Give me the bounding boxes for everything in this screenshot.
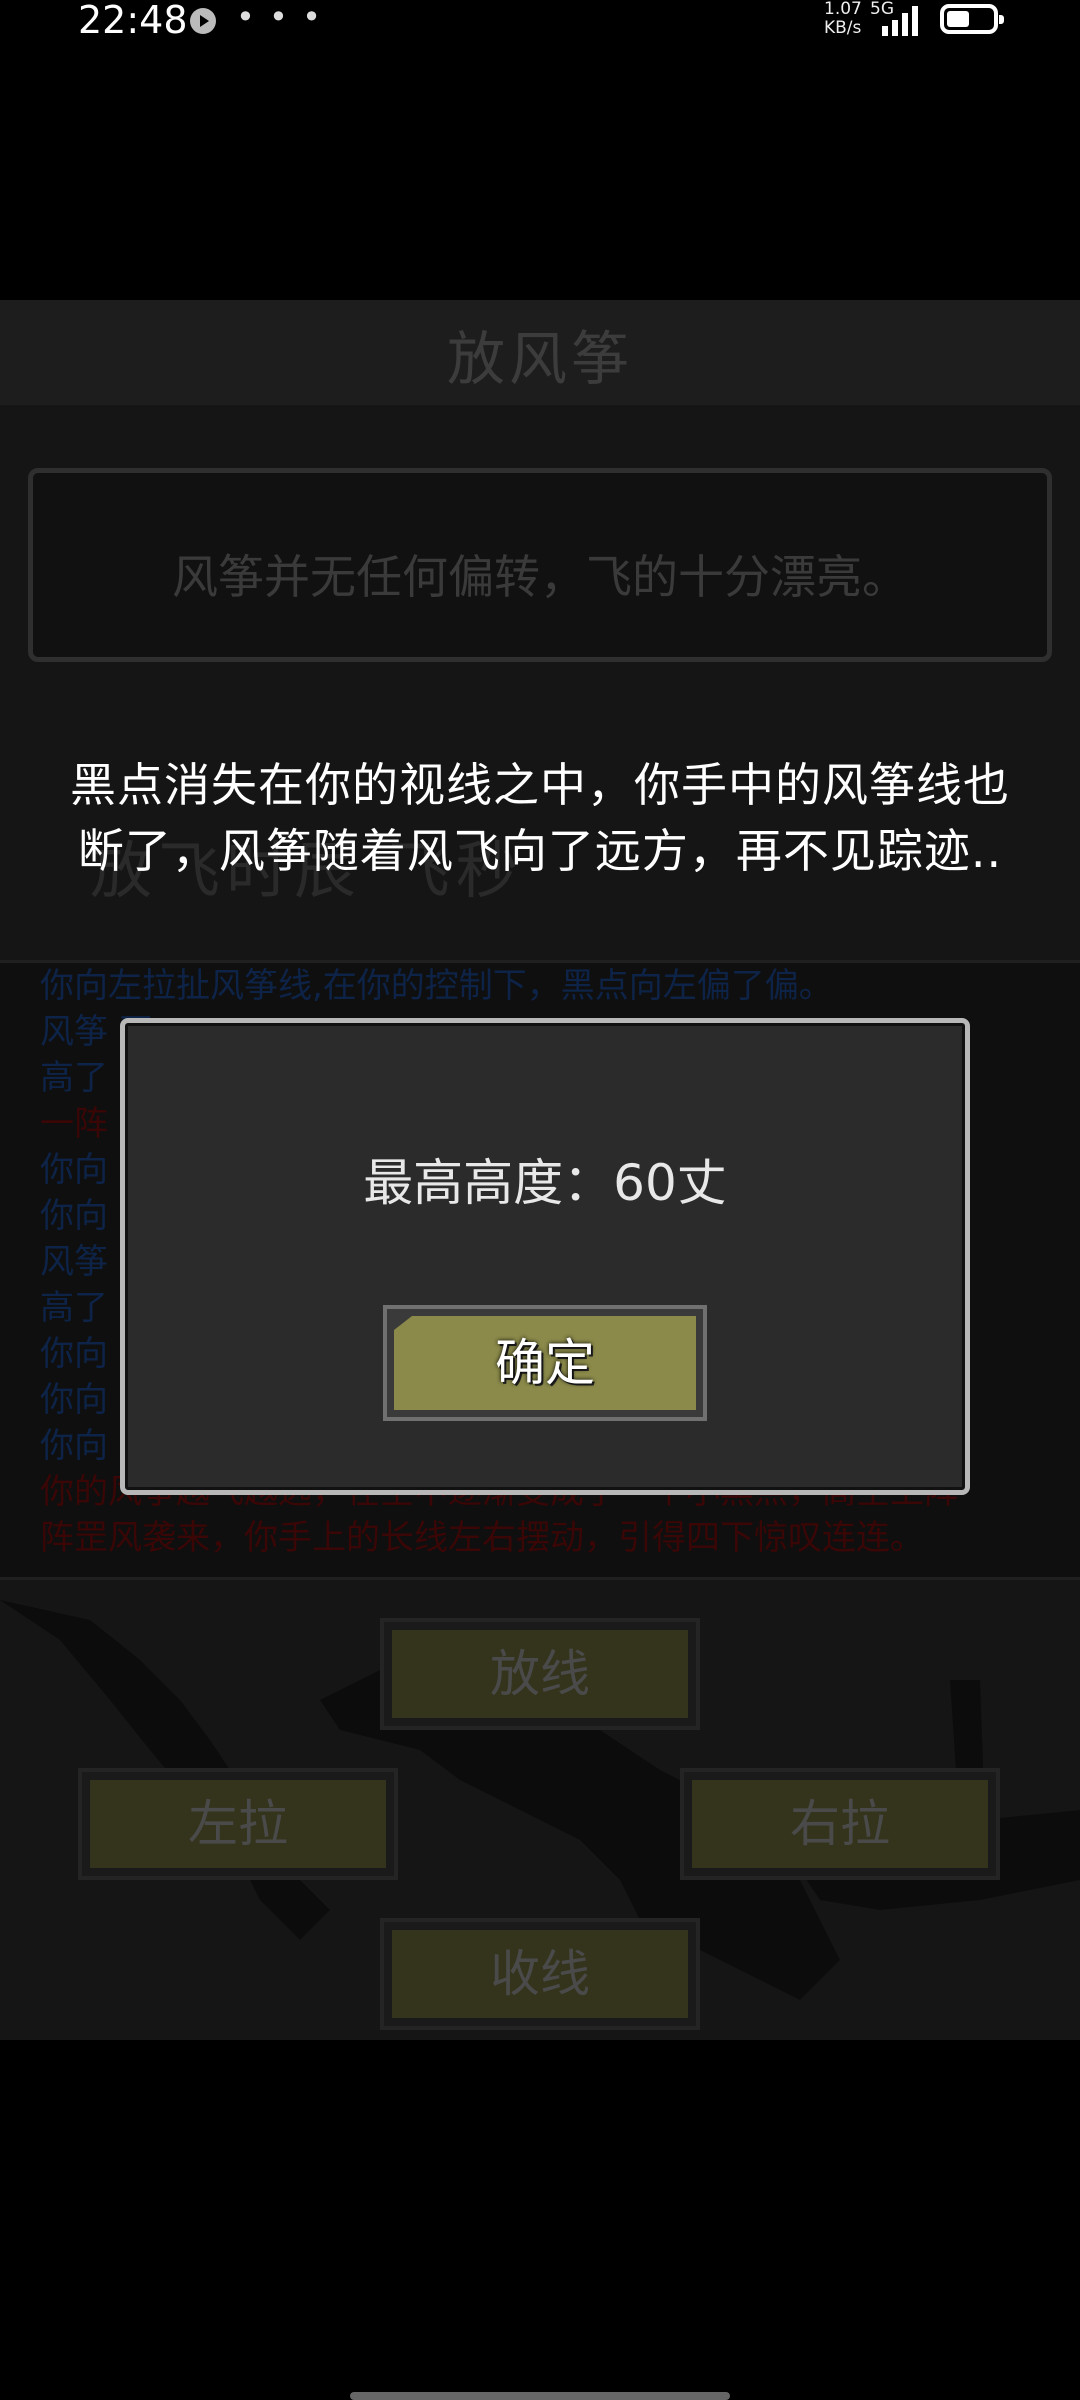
play-icon (190, 8, 216, 34)
message-box: 风筝并无任何偏转，飞的十分漂亮。 (28, 468, 1052, 662)
log-line: 高了 (40, 1058, 108, 1098)
battery-icon (940, 4, 1004, 34)
log-line: 你向 (40, 1426, 108, 1466)
log-line: 你向 (40, 1380, 108, 1420)
game-title: 放风筝 (446, 325, 633, 393)
net-speed: 1.07 KB/s (824, 0, 862, 38)
signal-icon (882, 6, 918, 36)
log-line: 你向 (40, 1150, 108, 1190)
message-text: 风筝并无任何偏转，飞的十分漂亮。 (172, 550, 908, 604)
result-dialog: 最高高度：60丈 确定 (120, 1018, 970, 1495)
max-height-text: 最高高度：60丈 (363, 1154, 727, 1212)
pull-left-label: 左拉 (188, 1795, 288, 1853)
log-line: 阵罡风袭来，你手上的长线左右摆动，引得四下惊叹连连。 (40, 1518, 924, 1558)
log-line: 你向 (40, 1334, 108, 1374)
pull-right-label: 右拉 (790, 1795, 890, 1853)
home-indicator[interactable] (350, 2392, 730, 2400)
release-line-button[interactable]: 放线 (380, 1618, 700, 1730)
pull-right-button[interactable]: 右拉 (680, 1768, 1000, 1880)
log-line: 高了 (40, 1288, 108, 1328)
reel-in-button[interactable]: 收线 (380, 1918, 700, 2030)
confirm-label: 确定 (495, 1334, 595, 1392)
ending-caption: 黑点消失在你的视线之中，你手中的风筝线也 断了，风筝随着风飞向了远方，再不见踪迹… (40, 752, 1040, 884)
release-line-label: 放线 (490, 1645, 590, 1703)
log-line: 你向 (40, 1196, 108, 1236)
ending-caption-line-1: 黑点消失在你的视线之中，你手中的风筝线也 (70, 758, 1010, 812)
log-line: 一阵 (40, 1104, 108, 1144)
more-notifications-icon: • • • (236, 0, 323, 36)
pull-left-button[interactable]: 左拉 (78, 1768, 398, 1880)
ending-caption-line-2: 断了，风筝随着风飞向了远方，再不见踪迹.. (77, 824, 1003, 878)
reel-in-label: 收线 (490, 1945, 590, 2003)
confirm-button[interactable]: 确定 (383, 1305, 707, 1421)
log-line: 你向左拉扯风筝线,在你的控制下，黑点向左偏了偏。 (40, 966, 833, 1006)
status-time: 22:48 (78, 0, 188, 42)
status-bar: 22:48 • • • 1.07 KB/s 5G (0, 0, 1080, 44)
